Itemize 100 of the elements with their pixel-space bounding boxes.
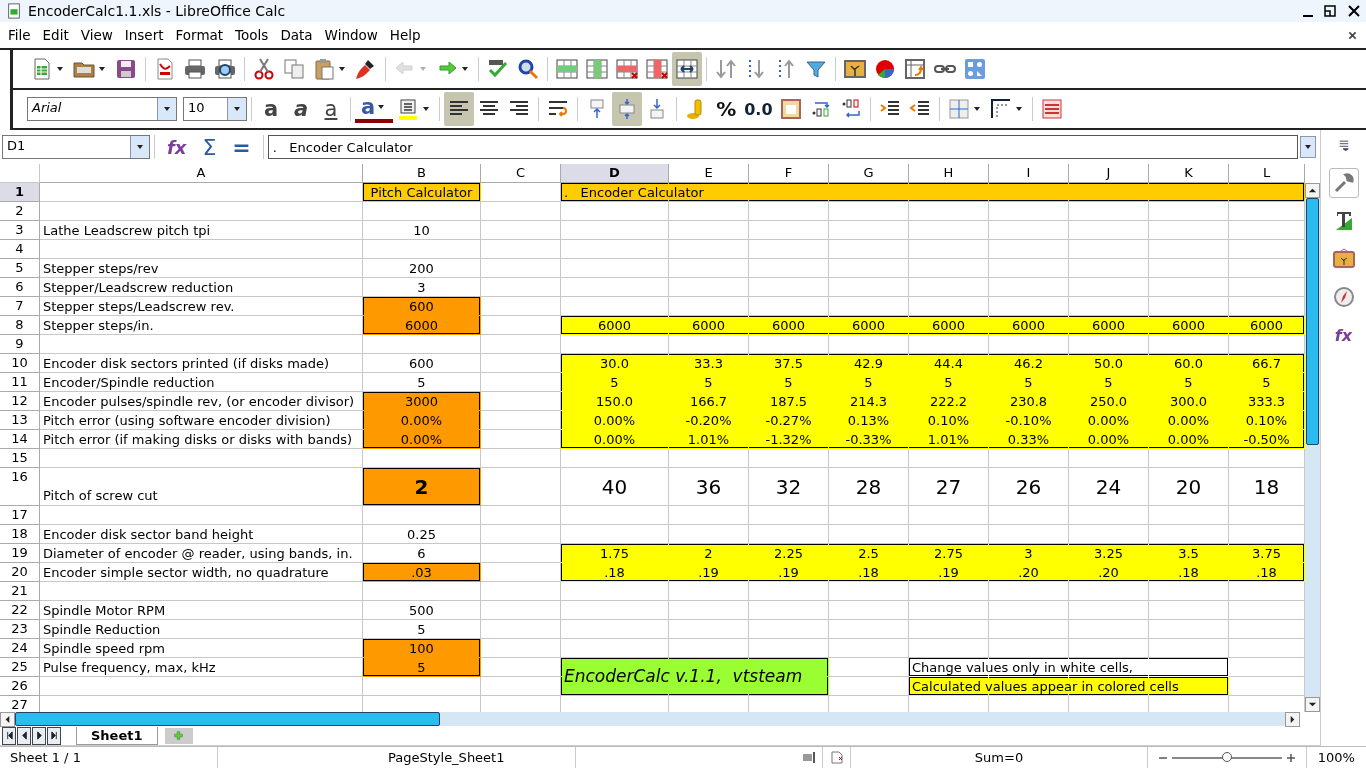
formula-button[interactable]: = [224,134,259,160]
column-header[interactable]: I [989,164,1069,184]
cell-text: Diameter of encoder @ reader, using bands, in. [43,545,353,561]
cell-text: 5 [1104,374,1113,390]
italic-button[interactable]: a [286,92,316,126]
cell-text: .18 [858,564,879,580]
row-header[interactable]: 17 [0,506,40,526]
cell-text: 200 [409,260,434,276]
functions-button[interactable]: fx [1328,320,1359,350]
cell-text: 0.00% [400,412,443,428]
cell-text: -0.33% [845,431,892,447]
cell-text: -0.20% [685,412,732,428]
cell-text: 5 [1184,374,1193,390]
menu-item[interactable]: Edit [36,27,75,43]
sum-button[interactable]: Σ [194,134,225,160]
sheet-tab[interactable]: Sheet1 [76,726,158,745]
row-header[interactable]: 22 [0,601,40,621]
row-header[interactable]: 23 [0,620,40,640]
function-wizard-button[interactable]: fx [159,136,195,158]
cell-text: 5 [417,659,426,675]
cell-text: 500 [409,602,434,618]
row-header[interactable]: 5 [0,259,40,279]
cell-text: 33.3 [694,355,723,371]
menu-item[interactable]: Insert [118,27,170,43]
percent-button[interactable]: % [711,92,742,126]
cell-text: 600 [409,355,434,371]
row-header[interactable]: 20 [0,563,40,583]
row-header[interactable]: 7 [0,297,40,317]
row-header[interactable]: 11 [0,373,40,393]
cell-text: 0.00% [1167,412,1210,428]
row-header[interactable]: 8 [0,316,40,336]
underline-button[interactable]: a [316,92,346,126]
cell-text: 42.9 [854,355,883,371]
cell-text: Pitch of screw cut [43,488,158,504]
cell-text: 5 [1262,374,1271,390]
column-header[interactable]: K [1149,164,1229,184]
cell-text: Spindle Motor RPM [43,602,166,618]
column-header[interactable]: H [909,164,989,184]
cell-text: 66.7 [1252,355,1281,371]
cell-text: 2.5 [858,545,879,561]
cell-text: 36 [695,474,722,499]
number-button[interactable]: 0.0 [741,92,776,126]
row-header[interactable]: 24 [0,639,40,659]
zoom-level: 100% [1316,749,1356,767]
cell-text: 30.0 [600,355,629,371]
cell-text: 187.5 [769,393,808,409]
row-header[interactable]: 21 [0,582,40,602]
row-header[interactable]: 25 [0,658,40,678]
row-header[interactable]: 10 [0,354,40,374]
cell-text: 40 [601,474,628,499]
menu-item[interactable]: Data [274,27,319,43]
row-header[interactable]: 12 [0,392,40,412]
font-name-field[interactable]: Arial [27,97,177,121]
row-header[interactable]: 4 [0,240,40,260]
column-header[interactable]: A [40,164,363,184]
bold-button[interactable]: a [256,92,286,126]
column-header[interactable]: F [749,164,829,184]
cell-text: 0.10% [1245,412,1288,428]
menu-item[interactable]: View [74,27,119,43]
formula-input[interactable]: . Encoder Calculator [267,135,1298,160]
column-header[interactable]: B [363,164,481,184]
row-header[interactable]: 1 [0,183,40,203]
cell-text: 6000 [1091,317,1126,333]
row-header[interactable]: 2 [0,202,40,222]
row-header[interactable]: 6 [0,278,40,298]
menu-item[interactable]: Tools [229,27,275,43]
cell-text: 0.00% [1167,431,1210,447]
cell-text: .03 [411,564,432,580]
cell-text: 10 [413,222,430,238]
font-size-field[interactable]: 10 [183,97,247,121]
cell-text: .19 [938,564,959,580]
row-header[interactable]: 26 [0,677,40,697]
menu-item[interactable]: Window [318,27,384,43]
column-header[interactable]: G [829,164,909,184]
fontcolor-button[interactable]: a [355,95,394,123]
cell-text: 222.2 [929,393,968,409]
cell-text: 1.01% [687,431,730,447]
cell-text: 5 [864,374,873,390]
menu-item[interactable]: Format [169,27,230,43]
cell-text: 6000 [1171,317,1206,333]
name-box[interactable]: D1 [2,135,150,160]
column-header[interactable]: C [481,164,561,184]
cell-text: -0.10% [1005,412,1052,428]
row-header[interactable]: 9 [0,335,40,355]
menu-item[interactable]: File [2,27,37,43]
column-header[interactable]: J [1069,164,1149,184]
menu-item[interactable]: Help [383,27,427,43]
cell-text: Lathe Leadscrew pitch tpi [43,222,211,238]
column-header[interactable]: E [669,164,749,184]
row-header[interactable]: 18 [0,525,40,545]
row-header[interactable]: 16 [0,468,40,507]
row-header[interactable]: 19 [0,544,40,564]
column-header[interactable]: D [561,164,669,184]
row-header[interactable]: 3 [0,221,40,241]
row-header[interactable]: 15 [0,449,40,469]
row-header[interactable]: 14 [0,430,40,450]
cell-text: Encoder disk sectors printed (if disks made) [43,355,330,371]
row-header[interactable]: 13 [0,411,40,431]
cell-text: 6000 [1011,317,1046,333]
column-header[interactable]: L [1229,164,1305,184]
